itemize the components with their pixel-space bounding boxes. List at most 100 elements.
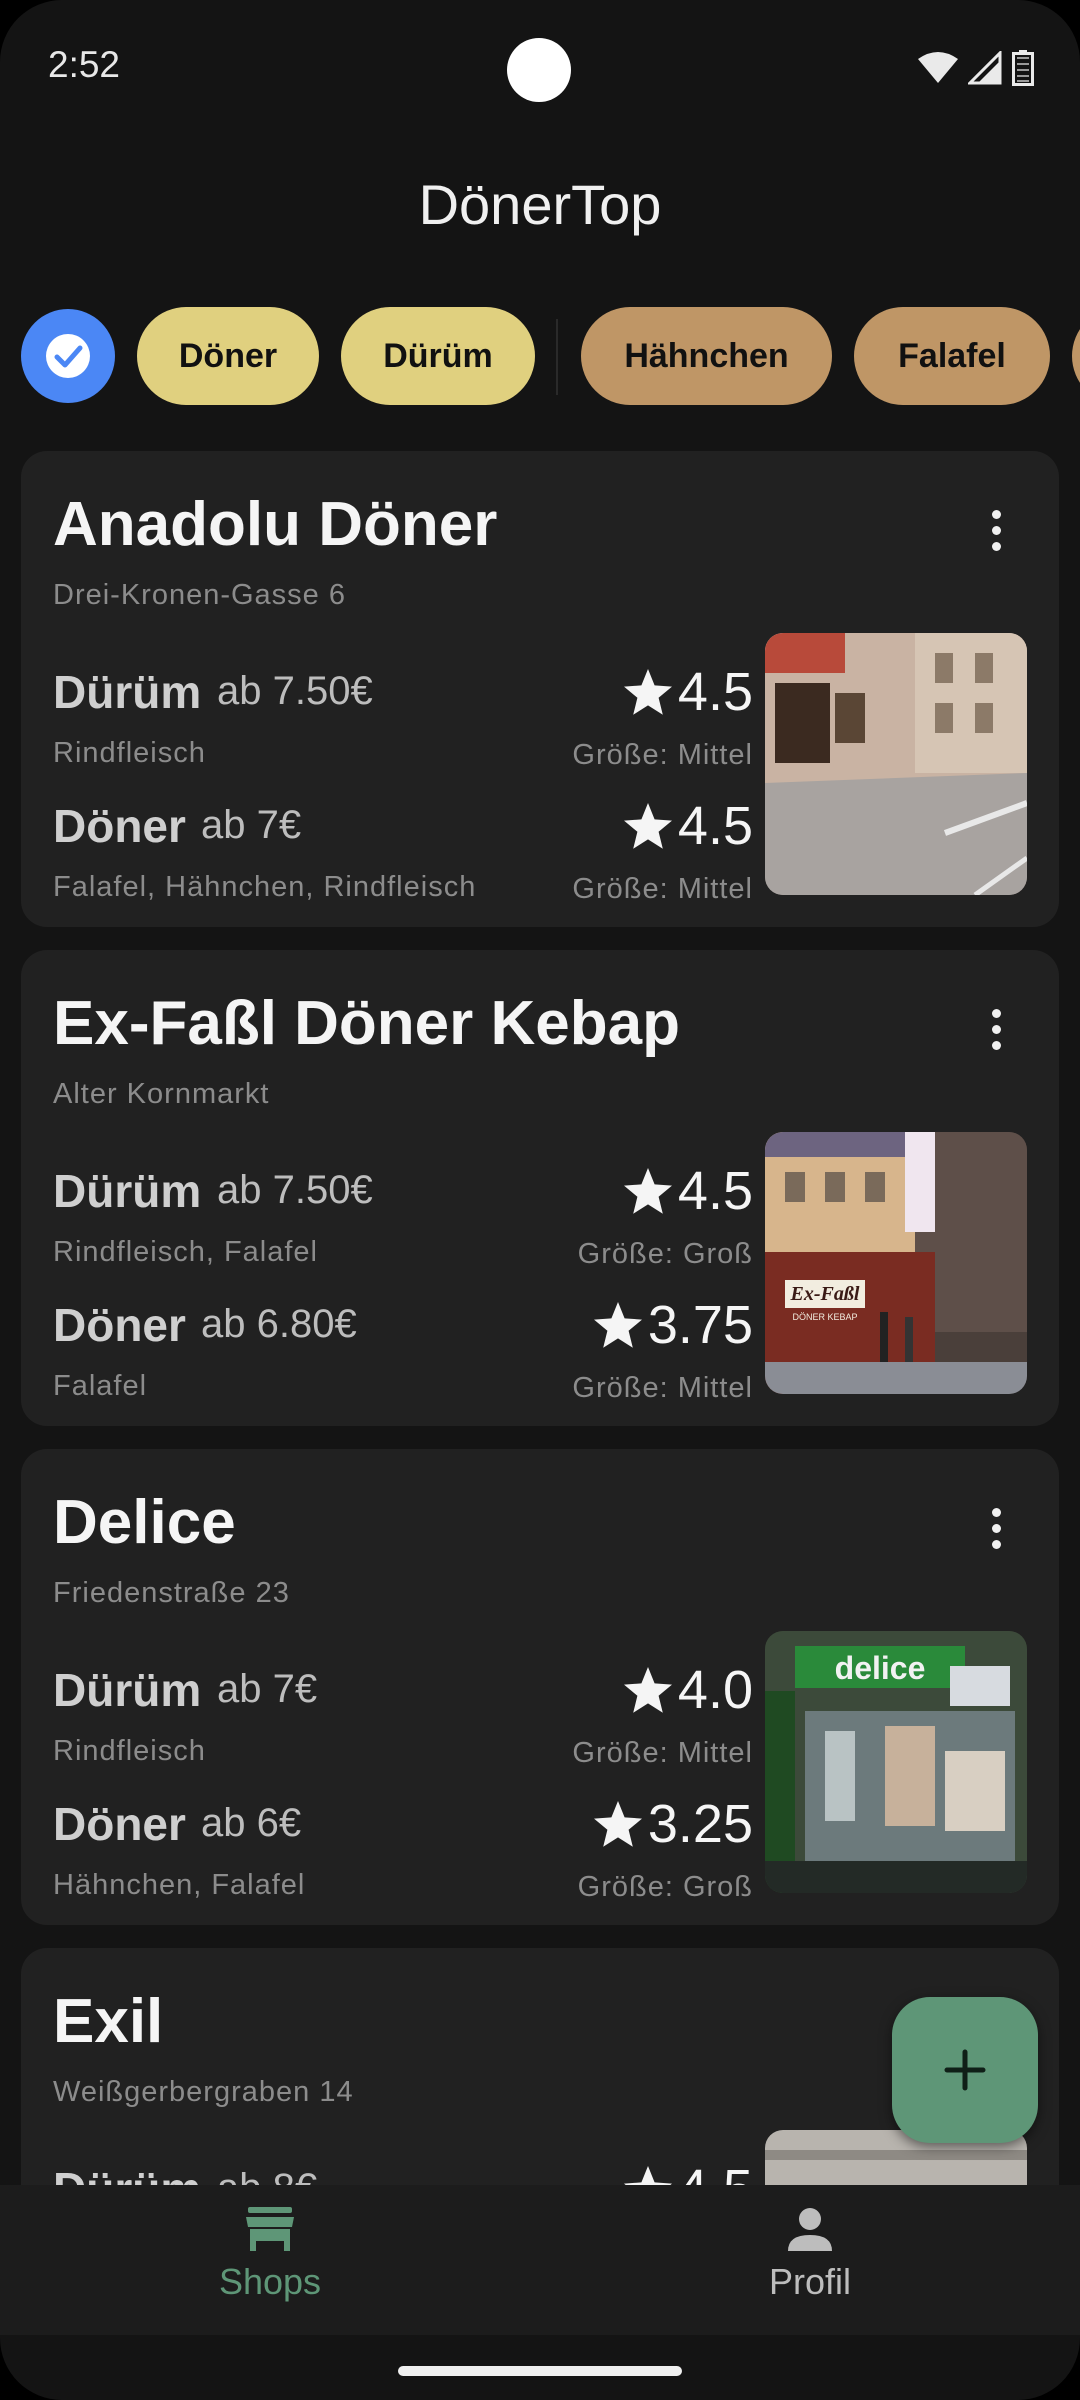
- item-rating: 4.5: [622, 1160, 753, 1222]
- shop-address: Friedenstraße 23: [53, 1577, 290, 1609]
- menu-item-row: Döner ab 6.80€ Falafel 3.75 Größe: Mitte…: [53, 1295, 753, 1418]
- rating-value: 3.75: [647, 1295, 753, 1355]
- item-name: Dürüm: [53, 2162, 201, 2185]
- star-icon: [623, 1168, 672, 1214]
- star-icon: [593, 1801, 642, 1847]
- shop-card[interactable]: Ex-Faßl Döner Kebap Alter Kornmarkt Dürü…: [21, 950, 1059, 1426]
- shop-photo[interactable]: delice: [765, 1631, 1027, 1893]
- item-fillings: Rindfleisch: [53, 737, 206, 769]
- app-title: DönerTop: [418, 173, 662, 236]
- chip-doener[interactable]: Döner: [137, 307, 319, 405]
- shop-name: Ex-Faßl Döner Kebap: [53, 989, 680, 1058]
- item-price: ab 6€: [201, 1801, 302, 1845]
- item-size: Größe: Mittel: [572, 1737, 753, 1769]
- front-camera: [507, 38, 571, 102]
- gesture-handle[interactable]: [398, 2366, 682, 2376]
- nav-label-shops: Shops: [218, 2261, 322, 2302]
- shop-name: Exil: [53, 1987, 164, 2056]
- item-price: ab 7€: [201, 803, 302, 847]
- bottom-navigation: Shops Profil: [0, 2185, 1080, 2335]
- wifi-icon: [918, 52, 958, 83]
- more-options-icon[interactable]: [961, 1493, 1031, 1563]
- item-rating: 3.75: [592, 1294, 753, 1356]
- rating-value: 4.5: [677, 1161, 753, 1221]
- item-fillings: Rindfleisch: [53, 1735, 206, 1767]
- menu-item-row: Döner ab 6€ Hähnchen, Falafel 3.25 Größe…: [53, 1794, 753, 1917]
- photo-sign-text: delice: [835, 1650, 926, 1686]
- check-icon: [46, 334, 90, 378]
- item-size: Größe: Groß: [577, 1238, 753, 1270]
- star-icon: [623, 2166, 672, 2185]
- rating-value: 4.5: [678, 2158, 753, 2185]
- shop-card[interactable]: Anadolu Döner Drei-Kronen-Gasse 6 Dürüm …: [21, 451, 1059, 927]
- item-size: Größe: Groß: [577, 1871, 753, 1903]
- battery-icon: [1012, 50, 1034, 86]
- chip-divider: [556, 319, 558, 395]
- status-bar: 2:52: [0, 0, 1080, 140]
- menu-item-row: Dürüm ab 8€ 4.5: [53, 2159, 753, 2185]
- shop-name: Delice: [53, 1488, 236, 1557]
- more-options-icon[interactable]: [961, 994, 1031, 1064]
- item-name: Dürüm: [53, 1165, 202, 1217]
- item-fillings: Hähnchen, Falafel: [53, 1869, 306, 1901]
- rating-value: 4.0: [677, 1660, 753, 1720]
- star-icon: [593, 1302, 642, 1348]
- rating-value: 4.5: [677, 662, 753, 722]
- shop-list[interactable]: Anadolu Döner Drei-Kronen-Gasse 6 Dürüm …: [0, 430, 1080, 2185]
- menu-item-row: Dürüm ab 7€ Rindfleisch 4.0 Größe: Mitte…: [53, 1660, 753, 1783]
- nav-profil[interactable]: Profil: [690, 2205, 930, 2303]
- item-name: Döner: [53, 1798, 186, 1850]
- item-size: Größe: Mittel: [572, 739, 753, 771]
- chip-overflow[interactable]: [1072, 307, 1080, 405]
- photo-sign-subtext: DÖNER KEBAP: [792, 1312, 857, 1322]
- item-name: Dürüm: [53, 1664, 202, 1716]
- item-price: ab 7.50€: [217, 669, 373, 713]
- shop-photo[interactable]: [765, 633, 1027, 895]
- item-size: Größe: Mittel: [572, 1372, 753, 1404]
- rating-value: 4.5: [677, 796, 753, 856]
- storefront-icon: [246, 2207, 294, 2251]
- item-fillings: Falafel, Hähnchen, Rindfleisch: [53, 871, 477, 903]
- status-icons: [918, 48, 1034, 88]
- plus-icon: [944, 2049, 986, 2091]
- shop-photo[interactable]: Ex-Faßl DÖNER KEBAP: [765, 1132, 1027, 1394]
- item-name: Döner: [53, 800, 186, 852]
- person-icon: [788, 2208, 832, 2251]
- item-size: Größe: Mittel: [572, 873, 753, 905]
- shop-address: Drei-Kronen-Gasse 6: [53, 579, 346, 611]
- shop-card[interactable]: Delice Friedenstraße 23 Dürüm ab 7€ Rind…: [21, 1449, 1059, 1925]
- screen: 2:52 DönerTop Döner Dürüm Hähnchen Falaf…: [0, 0, 1080, 2400]
- item-name: Dürüm: [53, 666, 202, 718]
- nav-label-profil: Profil: [768, 2261, 852, 2302]
- item-fillings: Falafel: [53, 1370, 148, 1402]
- item-price: ab 8€: [217, 2166, 317, 2185]
- star-icon: [623, 669, 672, 715]
- chip-duerum[interactable]: Dürüm: [341, 307, 535, 405]
- item-rating: 4.5: [622, 2158, 753, 2185]
- item-rating: 4.5: [622, 661, 753, 723]
- signal-icon: [968, 51, 1002, 85]
- item-rating: 4.0: [622, 1659, 753, 1721]
- menu-item-row: Döner ab 7€ Falafel, Hähnchen, Rindfleis…: [53, 796, 753, 919]
- menu-item-row: Dürüm ab 7.50€ Rindfleisch 4.5 Größe: Mi…: [53, 662, 753, 785]
- shop-address: Alter Kornmarkt: [53, 1078, 270, 1110]
- item-rating: 4.5: [622, 795, 753, 857]
- item-price: ab 7.50€: [217, 1168, 373, 1212]
- shop-name: Anadolu Döner: [53, 490, 498, 559]
- item-rating: 3.25: [592, 1793, 753, 1855]
- add-shop-button[interactable]: [892, 1997, 1038, 2143]
- filter-chip-row: Döner Dürüm Hähnchen Falafel: [0, 305, 1080, 407]
- chip-haehnchen[interactable]: Hähnchen: [581, 307, 832, 405]
- photo-sign-text: Ex-Faßl: [790, 1283, 860, 1305]
- star-icon: [623, 803, 672, 849]
- more-options-icon[interactable]: [961, 495, 1031, 565]
- item-price: ab 7€: [217, 1667, 318, 1711]
- item-price: ab 6.80€: [201, 1302, 357, 1346]
- status-time: 2:52: [48, 44, 121, 85]
- chip-falafel[interactable]: Falafel: [854, 307, 1050, 405]
- rating-value: 3.25: [647, 1794, 753, 1854]
- select-all-chip[interactable]: [21, 309, 115, 403]
- item-name: Döner: [53, 1299, 186, 1351]
- shop-address: Weißgerbergraben 14: [53, 2076, 354, 2108]
- nav-shops[interactable]: Shops: [150, 2205, 390, 2303]
